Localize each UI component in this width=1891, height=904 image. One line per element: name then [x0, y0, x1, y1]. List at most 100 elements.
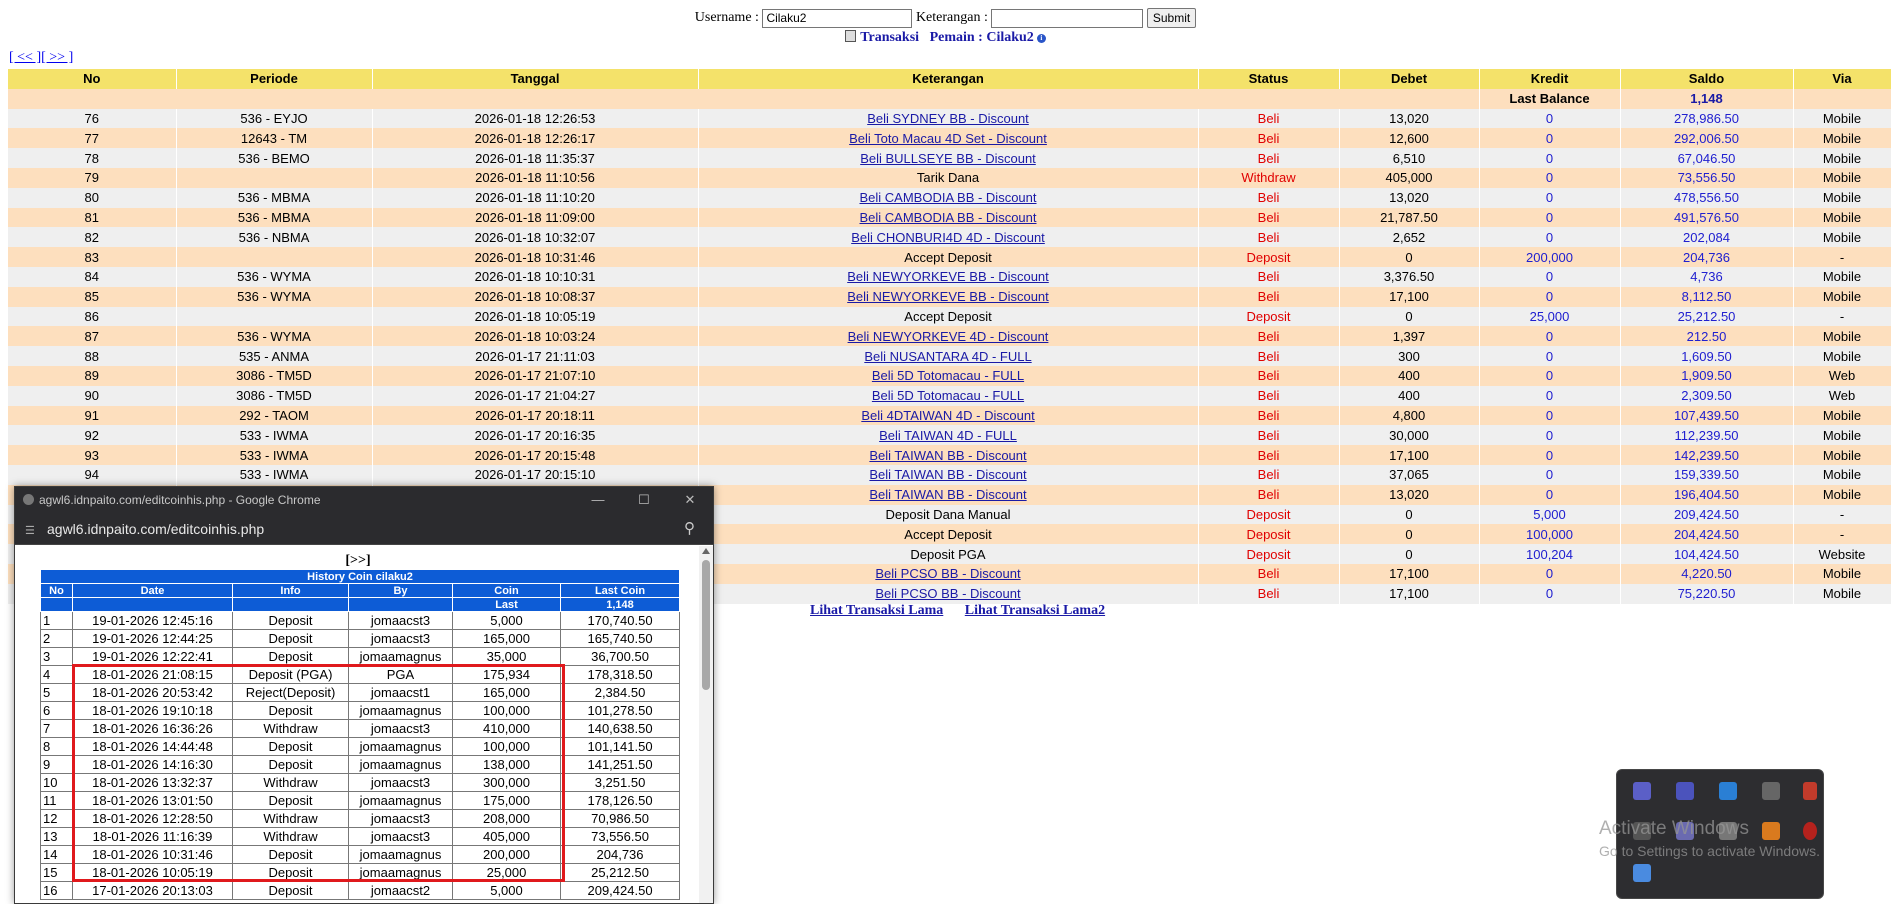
cell-keterangan[interactable]: Beli CAMBODIA BB - Discount [698, 207, 1199, 228]
cell-saldo: 75,220.50 [1620, 583, 1794, 604]
table-row: 80 536 - MBMA 2026-01-18 11:10:20 Beli CAMB… [8, 187, 1891, 208]
cell-keterangan[interactable]: Beli NEWYORKEVE BB - Discount [698, 266, 1199, 287]
coin-cell-info: Reject(Deposit) [232, 683, 349, 702]
site-info-icon[interactable]: ☰ [25, 515, 39, 547]
cell-tanggal: 2026-01-18 11:10:20 [372, 187, 699, 208]
cell-keterangan[interactable]: Beli TAIWAN BB - Discount [698, 484, 1199, 505]
keterangan-link[interactable]: Beli TAIWAN BB - Discount [869, 487, 1026, 502]
coin-cell-by: jomaamagnus [348, 755, 453, 774]
keterangan-link[interactable]: Beli CAMBODIA BB - Discount [860, 190, 1037, 205]
keterangan-link[interactable]: Beli PCSO BB - Discount [875, 566, 1020, 581]
cell-keterangan[interactable]: Beli NEWYORKEVE BB - Discount [698, 286, 1199, 307]
cell-debet: 3,376.50 [1339, 266, 1480, 287]
keterangan-link[interactable]: Beli NEWYORKEVE 4D - Discount [848, 329, 1049, 344]
keterangan-link[interactable]: Beli PCSO BB - Discount [875, 586, 1020, 601]
coin-cell-by: jomaamagnus [348, 791, 453, 810]
cell-keterangan[interactable]: Beli TAIWAN 4D - FULL [698, 425, 1199, 446]
keterangan-link[interactable]: Beli CAMBODIA BB - Discount [860, 210, 1037, 225]
coin-cell-info: Deposit [232, 755, 349, 774]
chrome-popup-window[interactable]: agwl6.idnpaito.com/editcoinhis.php - Goo… [14, 486, 714, 904]
close-icon[interactable]: ✕ [667, 487, 713, 513]
prev-page-link[interactable]: [ << ] [9, 50, 41, 65]
coin-col-coin: Coin [452, 583, 561, 598]
cell-saldo: 209,424.50 [1620, 504, 1794, 525]
keterangan-link[interactable]: Beli 5D Totomacau - FULL [872, 388, 1024, 403]
cell-debet: 0 [1339, 524, 1480, 545]
username-input[interactable] [762, 8, 913, 28]
cell-keterangan[interactable]: Beli CHONBURI4D 4D - Discount [698, 227, 1199, 248]
record-icon[interactable] [1803, 822, 1817, 840]
keterangan-link[interactable]: Beli NEWYORKEVE BB - Discount [847, 289, 1049, 304]
maximize-icon[interactable]: ☐ [621, 487, 667, 513]
cell-keterangan[interactable]: Beli SYDNEY BB - Discount [698, 108, 1199, 129]
cell-keterangan[interactable]: Beli 4DTAIWAN 4D - Discount [698, 405, 1199, 426]
username-label: Username : [694, 10, 759, 26]
keterangan-link[interactable]: Beli NEWYORKEVE BB - Discount [847, 269, 1049, 284]
coin-cell-date: 17-01-2026 20:13:03 [72, 881, 233, 900]
next-page-link[interactable]: [ >> ] [41, 50, 73, 65]
cell-keterangan[interactable]: Beli TAIWAN BB - Discount [698, 445, 1199, 465]
cell-keterangan[interactable]: Beli NEWYORKEVE 4D - Discount [698, 326, 1199, 347]
cell-keterangan[interactable]: Beli PCSO BB - Discount [698, 583, 1199, 604]
keterangan-link[interactable]: Beli TAIWAN BB - Discount [869, 467, 1026, 482]
cell-saldo: 4,736 [1620, 266, 1794, 287]
cell-keterangan[interactable]: Beli Toto Macau 4D Set - Discount [698, 128, 1199, 149]
keterangan-input[interactable] [991, 8, 1144, 28]
info-icon[interactable]: i [1036, 34, 1046, 43]
address-bar[interactable]: ☰ agwl6.idnpaito.com/editcoinhis.php ⚲ [15, 513, 713, 545]
keterangan-link[interactable]: Beli NUSANTARA 4D - FULL [864, 349, 1031, 364]
cell-saldo: 1,609.50 [1620, 346, 1794, 366]
network-off-icon[interactable] [1762, 782, 1780, 800]
cell-keterangan[interactable]: Beli CAMBODIA BB - Discount [698, 187, 1199, 208]
keterangan-link[interactable]: Beli TAIWAN 4D - FULL [879, 428, 1017, 443]
teams-work-icon[interactable] [1676, 782, 1694, 800]
keterangan-link[interactable]: Beli 4DTAIWAN 4D - Discount [861, 408, 1034, 423]
address-url[interactable]: agwl6.idnpaito.com/editcoinhis.php [47, 521, 264, 537]
copilot-icon[interactable] [1633, 864, 1651, 882]
submit-button[interactable]: Submit [1146, 8, 1197, 28]
cell-kredit: 0 [1479, 464, 1621, 485]
keterangan-link[interactable]: Beli 5D Totomacau - FULL [872, 368, 1024, 383]
cell-status: Beli [1198, 365, 1340, 386]
table-row: 77 12643 - TM 2026-01-18 12:26:17 Beli Toto… [8, 128, 1891, 149]
teams-icon[interactable] [1633, 782, 1651, 800]
cell-debet: 17,100 [1339, 445, 1480, 465]
popup-scrollbar[interactable] [699, 546, 713, 903]
table-row: 94 533 - IWMA 2026-01-17 20:15:10 Beli TAIW… [8, 464, 1891, 485]
cell-status: Beli [1198, 385, 1340, 406]
cell-keterangan[interactable]: Beli 5D Totomacau - FULL [698, 385, 1199, 406]
cell-status: Beli [1198, 266, 1340, 287]
cell-keterangan[interactable]: Beli PCSO BB - Discount [698, 563, 1199, 584]
keterangan-link[interactable]: Beli CHONBURI4D 4D - Discount [851, 230, 1045, 245]
zoom-icon[interactable]: ⚲ [684, 513, 695, 545]
cell-periode: 536 - NBMA [176, 227, 373, 248]
cell-keterangan: Deposit PGA [698, 544, 1199, 564]
coin-cell-last: 101,141.50 [559, 737, 681, 756]
cell-tanggal: 2026-01-18 10:10:31 [372, 266, 699, 287]
minimize-icon[interactable]: — [575, 487, 621, 513]
col-tanggal: Tanggal [372, 69, 699, 89]
link-transaksi-lama[interactable]: Lihat Transaksi Lama [810, 603, 943, 618]
document-icon [845, 30, 857, 42]
keterangan-link[interactable]: Beli SYDNEY BB - Discount [867, 111, 1029, 126]
keterangan-link[interactable]: Beli TAIWAN BB - Discount [869, 448, 1026, 463]
coin-cell-last: 204,736 [559, 845, 681, 864]
coin-next-link[interactable]: [>>] [15, 553, 701, 569]
coin-last-row: Last 1,148 [40, 597, 681, 612]
link-transaksi-lama2[interactable]: Lihat Transaksi Lama2 [965, 603, 1105, 618]
cell-debet: 4,800 [1339, 405, 1480, 426]
app-orange-icon[interactable] [1762, 822, 1780, 840]
volume-icon[interactable] [1803, 782, 1817, 800]
coin-cell-coin: 25,000 [452, 863, 561, 882]
cell-keterangan[interactable]: Beli 5D Totomacau - FULL [698, 365, 1199, 386]
defender-icon[interactable] [1719, 782, 1737, 800]
cell-keterangan[interactable]: Beli NUSANTARA 4D - FULL [698, 346, 1199, 366]
cell-tanggal: 2026-01-18 10:32:07 [372, 227, 699, 248]
window-titlebar[interactable]: agwl6.idnpaito.com/editcoinhis.php - Goo… [15, 487, 713, 513]
cell-keterangan[interactable]: Beli BULLSEYE BB - Discount [698, 148, 1199, 168]
cell-saldo: 159,339.50 [1620, 464, 1794, 485]
keterangan-link[interactable]: Beli BULLSEYE BB - Discount [860, 151, 1036, 166]
cell-status: Beli [1198, 583, 1340, 604]
keterangan-link[interactable]: Beli Toto Macau 4D Set - Discount [849, 131, 1047, 146]
cell-keterangan[interactable]: Beli TAIWAN BB - Discount [698, 464, 1199, 485]
